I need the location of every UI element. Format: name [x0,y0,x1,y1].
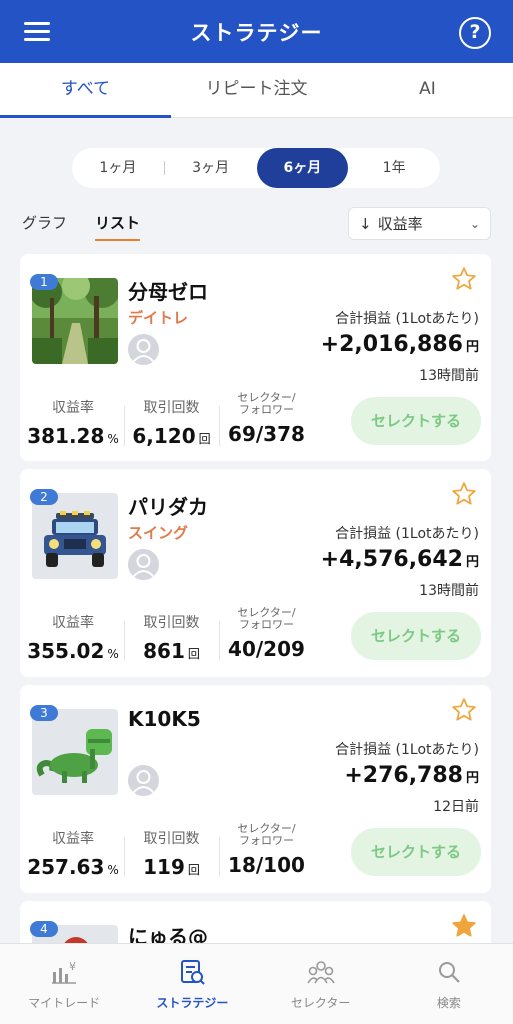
pl-label: 合計損益 (1Lotあたり) [335,526,479,542]
period-1m[interactable]: 1ヶ月 [72,148,164,188]
strategy-style: スイング [128,524,189,542]
rank-badge: 3 [30,705,58,721]
strategy-card[interactable]: 3 K10K5 合計損益 (1Lotあたり) +276,788 円 12日前 収益… [20,685,491,893]
nav-selector[interactable]: セレクター [257,944,385,1024]
tab-repeat-order[interactable]: リピート注文 [171,63,342,117]
updated-time: 12日前 [433,799,479,815]
help-icon[interactable]: ? [459,17,491,49]
selector-stat: セレクター/フォロワー 18/100 [228,822,305,878]
strategy-card[interactable]: 4 にゅる@ [20,901,491,943]
sort-desc-icon: ↓ [359,214,372,233]
chart-yen-icon: ¥ [50,958,78,986]
app-header: ストラテジー ? [0,0,513,63]
yield-stat: 収益率 257.63% [27,831,119,879]
strategy-name: にゅる@ [128,925,208,943]
strategy-thumbnail-chameleon [32,709,118,795]
nav-strategy[interactable]: ストラテジー [128,944,256,1024]
trades-stat: 取引回数 119 回 [143,831,200,879]
updated-time: 13時間前 [419,368,479,384]
select-button[interactable]: セレクトする [351,828,481,876]
favorite-star-icon[interactable] [451,697,477,723]
selector-stat: セレクター/フォロワー 69/378 [228,391,305,447]
chevron-down-icon: ⌄ [469,216,480,231]
yield-stat: 収益率 381.28% [27,400,119,448]
pl-value: +2,016,886 円 [320,332,479,357]
strategy-icon [178,958,206,986]
nav-my-trade[interactable]: ¥ マイトレード [0,944,128,1024]
sort-dropdown[interactable]: ↓ 収益率 ⌄ [348,207,491,240]
people-icon [306,958,335,986]
svg-text:¥: ¥ [69,960,76,973]
user-avatar-icon[interactable] [128,549,159,580]
nav-search[interactable]: 検索 [385,944,513,1024]
search-icon [435,958,463,986]
trades-stat: 取引回数 861 回 [143,615,200,663]
user-avatar-icon[interactable] [128,765,159,796]
strategy-name: パリダカ [128,495,208,519]
strategy-name: K10K5 [128,707,201,731]
sort-label: 収益率 [377,215,423,233]
selector-stat: セレクター/フォロワー 40/209 [228,606,305,662]
period-6m[interactable]: 6ヶ月 [256,148,349,188]
view-list[interactable]: リスト [95,212,141,241]
tab-all[interactable]: すべて [0,63,171,118]
pl-value: +4,576,642 円 [320,547,479,572]
view-toggle: グラフ リスト [22,212,141,241]
yield-stat: 収益率 355.02% [27,615,119,663]
period-1y[interactable]: 1年 [348,148,440,188]
page-title: ストラテジー [190,20,323,45]
period-selector: 1ヶ月 3ヶ月 6ヶ月 1年 [72,148,440,188]
strategy-card[interactable]: 2 パリダカ スイング 合計損益 (1Lotあたり) +4,576,642 円 1… [20,469,491,677]
strategy-thumbnail-forest [32,278,118,364]
favorite-star-icon[interactable] [451,481,477,507]
rank-badge: 1 [30,274,58,290]
tab-ai[interactable]: AI [342,63,513,117]
rank-badge: 2 [30,489,58,505]
category-tabs: すべて リピート注文 AI [0,63,513,118]
select-button[interactable]: セレクトする [351,612,481,660]
favorite-star-icon[interactable] [451,266,477,292]
favorite-star-icon[interactable] [451,913,477,939]
view-graph[interactable]: グラフ [22,212,67,241]
select-button[interactable]: セレクトする [351,397,481,445]
trades-stat: 取引回数 6,120 回 [132,400,211,448]
rank-badge: 4 [30,921,58,937]
updated-time: 13時間前 [419,583,479,599]
hamburger-menu-icon[interactable] [24,22,50,42]
pl-label: 合計損益 (1Lotあたり) [335,311,479,327]
strategy-thumbnail-jeep [32,493,118,579]
strategy-style: デイトレ [128,309,189,327]
period-3m[interactable]: 3ヶ月 [165,148,257,188]
strategy-card[interactable]: 1 分母ゼロ デイトレ 合計損益 (1Lotあたり) +2,016,886 円 1… [20,254,491,461]
bottom-navigation: ¥ マイトレード ストラテジー セレクター 検索 [0,943,513,1024]
user-avatar-icon[interactable] [128,334,159,365]
pl-value: +276,788 円 [344,763,479,788]
pl-label: 合計損益 (1Lotあたり) [335,742,479,758]
strategy-name: 分母ゼロ [128,280,208,304]
